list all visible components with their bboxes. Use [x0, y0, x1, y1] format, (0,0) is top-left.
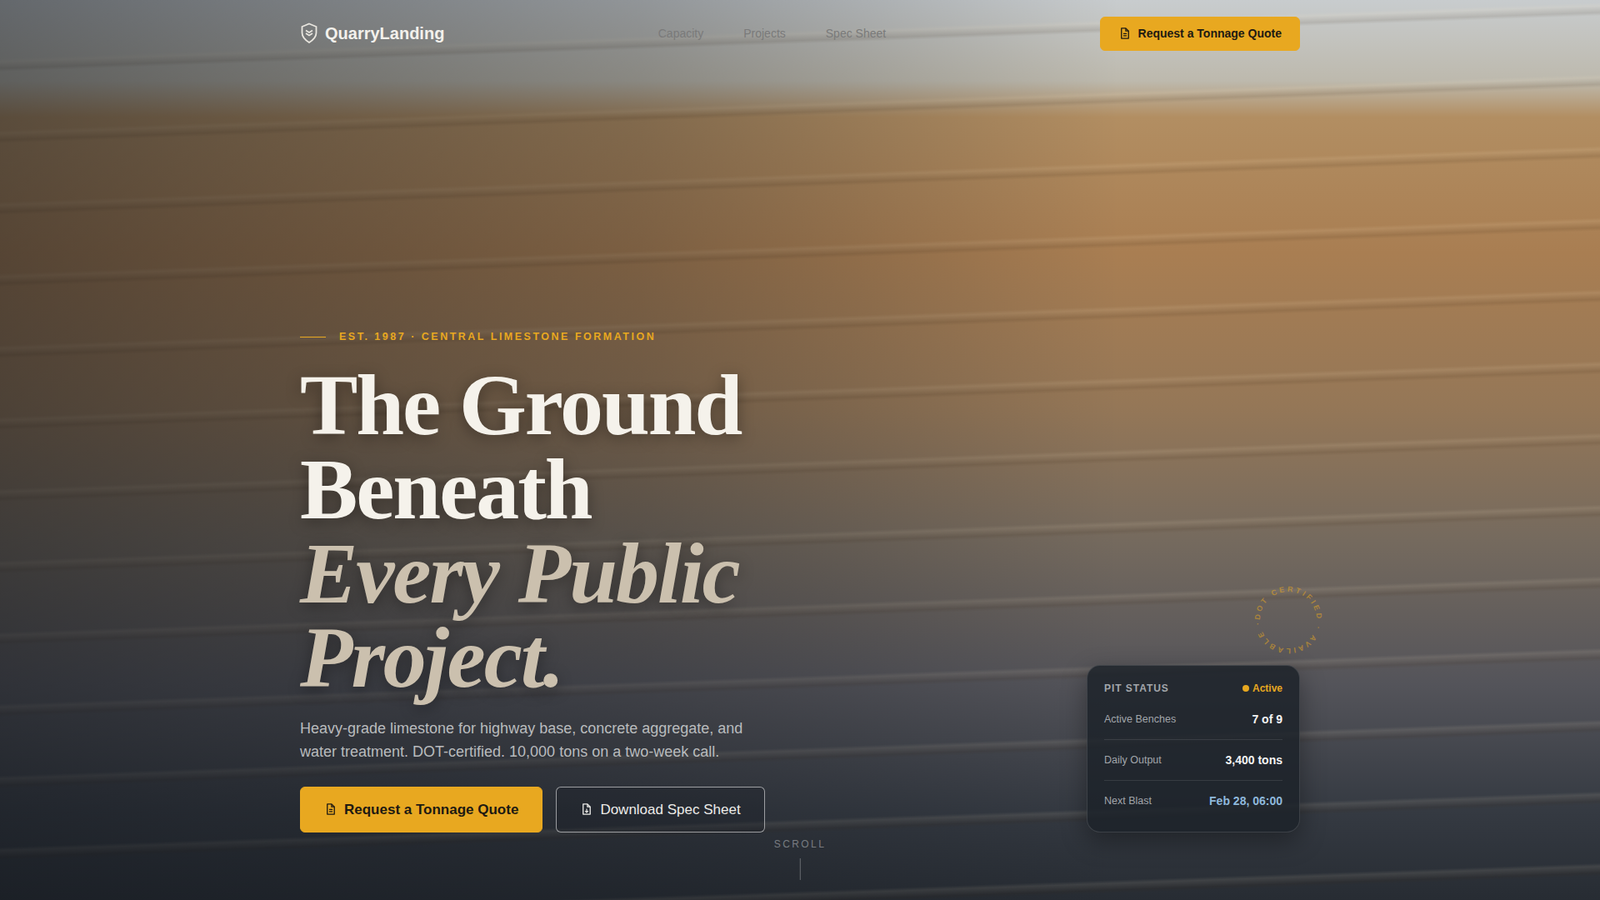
- document-icon: [324, 802, 338, 816]
- headline-line: Project.: [300, 615, 834, 700]
- scroll-label: SCROLL: [774, 836, 826, 852]
- eyebrow-rule: [300, 336, 326, 338]
- status-indicator: Active: [1242, 680, 1283, 696]
- row-label: Daily Output: [1104, 752, 1162, 769]
- status-text: Active: [1252, 680, 1283, 696]
- card-title: PIT STATUS: [1104, 680, 1170, 696]
- quote-button[interactable]: Request a Tonnage Quote: [1100, 16, 1300, 51]
- brand-name: QuarryLanding: [325, 20, 445, 46]
- quote-button-label: Request a Tonnage Quote: [1138, 25, 1282, 43]
- headline-line: The Ground: [300, 363, 834, 448]
- status-row: Next Blast Feb 28, 06:00: [1104, 780, 1283, 822]
- button-label: Download Spec Sheet: [600, 799, 740, 821]
- nav-link[interactable]: Projects: [743, 25, 786, 43]
- hero-buttons: Request a Tonnage Quote Download Spec She…: [300, 786, 834, 834]
- scroll-indicator[interactable]: SCROLL: [774, 836, 826, 880]
- headline: The GroundBeneathEvery PublicProject.: [300, 363, 834, 700]
- card-header: PIT STATUS Active: [1104, 680, 1283, 696]
- status-dot: [1242, 685, 1250, 692]
- hero: QuarryLanding Capacity Projects Spec Sheet R…: [0, 0, 1600, 900]
- status-row: Daily Output 3,400 tons: [1104, 740, 1283, 781]
- hero-content: EST. 1987 · CENTRAL LIMESTONE FORMATION T…: [300, 66, 1300, 900]
- headline-line: Beneath: [300, 447, 834, 532]
- nav-links: Capacity Projects Spec Sheet: [658, 25, 886, 43]
- row-value: Feb 28, 06:00: [1209, 792, 1283, 810]
- eyebrow-text: EST. 1987 · CENTRAL LIMESTONE FORMATION: [339, 329, 656, 345]
- nav-link[interactable]: Capacity: [658, 25, 704, 43]
- button-label: Request a Tonnage Quote: [344, 799, 519, 821]
- pit-status-card: DOT CERTIFIED · AVAILABLE · PIT STATUSAc…: [1086, 665, 1300, 833]
- top-nav: QuarryLanding Capacity Projects Spec Sheet R…: [300, 0, 1300, 67]
- certified-seal: DOT CERTIFIED · AVAILABLE ·: [1250, 582, 1326, 658]
- eyebrow: EST. 1987 · CENTRAL LIMESTONE FORMATION: [300, 329, 834, 345]
- headline-line: Every Public: [300, 531, 834, 616]
- status-row: Active Benches 7 of 9: [1104, 699, 1283, 740]
- spec-sheet-button[interactable]: Download Spec Sheet: [555, 786, 765, 834]
- brand-link[interactable]: QuarryLanding: [300, 20, 445, 46]
- row-label: Active Benches: [1104, 711, 1176, 728]
- download-document-icon: [580, 802, 594, 816]
- row-value: 7 of 9: [1251, 710, 1283, 729]
- row-label: Next Blast: [1104, 793, 1152, 810]
- document-icon: [1118, 26, 1132, 40]
- hero-copy: EST. 1987 · CENTRAL LIMESTONE FORMATION T…: [300, 329, 834, 833]
- nav-link[interactable]: Spec Sheet: [825, 25, 886, 43]
- row-value: 3,400 tons: [1225, 751, 1283, 770]
- scroll-line: [799, 858, 800, 880]
- quote-button[interactable]: Request a Tonnage Quote: [300, 786, 543, 834]
- lede: Heavy-grade limestone for highway base, …: [300, 716, 759, 764]
- seal-text: DOT CERTIFIED · AVAILABLE ·: [1253, 585, 1325, 655]
- shield-logo-icon: [300, 22, 319, 45]
